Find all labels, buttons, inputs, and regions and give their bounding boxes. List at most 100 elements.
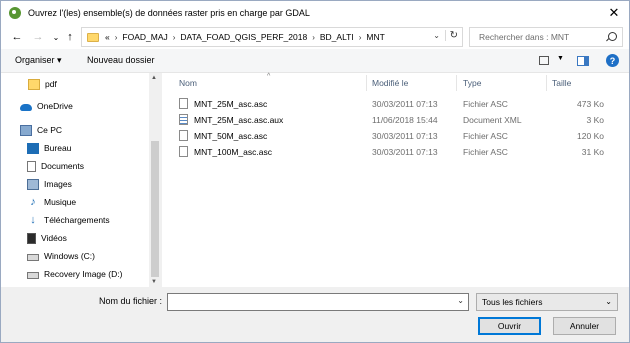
address-bar[interactable]: « › FOAD_MAJ › DATA_FOAD_QGIS_PERF_2018 … [81,27,463,47]
sidebar-item-windows-c[interactable]: Windows (C:) [27,247,95,265]
desktop-icon [27,142,39,154]
new-folder-button[interactable]: Nouveau dossier [87,55,155,65]
breadcrumb-bd-alti[interactable]: BD_ALTI [320,32,354,42]
file-type-select[interactable]: Tous les fichiers ⌄ [476,293,618,311]
preview-pane-icon[interactable] [577,56,589,66]
file-icon [179,130,188,141]
change-view-icon[interactable] [539,56,549,65]
sidebar-item-label: pdf [45,79,57,89]
sidebar-item-label: Windows (C:) [44,251,96,261]
navigation-scrollbar[interactable]: ▲ ▼ [149,73,161,287]
open-button[interactable]: Ouvrir [478,317,541,335]
images-icon [27,178,39,190]
filename-label: Nom du fichier : [99,296,163,306]
organize-button[interactable]: Organiser ▾ [15,55,62,66]
documents-icon [27,160,36,172]
column-header-modified[interactable]: Modifié le [372,73,408,93]
navigation-pane: pdf OneDrive Ce PC Bureau Documents Imag… [1,73,161,287]
downloads-icon: ↓ [30,213,36,226]
chevron-down-icon: ⌄ [605,297,612,306]
sidebar-item-label: Vidéos [41,233,67,243]
forward-arrow-icon[interactable]: → [31,30,45,44]
scrollbar-thumb[interactable] [151,141,159,277]
file-date: 30/03/2011 07:13 [372,99,438,109]
breadcrumb-separator-icon: › [172,32,176,42]
music-icon: ♪ [30,195,36,208]
sidebar-item-label: Bureau [44,143,72,153]
filename-input[interactable]: ⌄ [167,293,469,311]
file-type-value: Tous les fichiers [482,297,543,307]
refresh-icon[interactable]: ↻ [444,30,458,41]
file-list: ^ Nom Modifié le Type Taille MNT_25M_asc… [162,73,629,287]
sidebar-item-desktop[interactable]: Bureau [27,139,71,157]
sidebar-item-images[interactable]: Images [27,175,72,193]
sidebar-item-label: Ce PC [37,125,63,135]
drive-icon [27,271,39,279]
table-row[interactable]: MNT_25M_asc.asc 30/03/2011 07:13 Fichier… [179,96,619,112]
sidebar-item-label: Documents [41,161,84,171]
sidebar-item-label: Musique [44,197,77,207]
address-dropdown-icon[interactable]: ⌄ [433,31,440,40]
filename-dropdown-icon[interactable]: ⌄ [457,296,464,305]
cloud-icon [20,103,32,111]
column-header-size[interactable]: Taille [552,73,571,93]
file-name: MNT_25M_asc.asc [194,99,268,109]
drive-icon [27,253,39,261]
dialog-title: Ouvrez l'(les) ensemble(s) de données ra… [28,8,310,18]
table-row[interactable]: MNT_25M_asc.asc.aux 11/06/2018 15:44 Doc… [179,112,619,128]
table-row[interactable]: MNT_50M_asc.asc 30/03/2011 07:13 Fichier… [179,128,619,144]
breadcrumb-separator-icon: › [312,32,315,42]
sort-ascending-icon: ^ [267,73,271,80]
videos-icon [27,232,36,244]
navigation-bar: ← → ⌄ ↑ « › FOAD_MAJ › DATA_FOAD_QGIS_PE… [1,25,629,49]
sidebar-item-onedrive[interactable]: OneDrive [20,97,73,115]
cancel-button[interactable]: Annuler [553,317,616,335]
file-size: 473 Ko [577,99,604,109]
breadcrumb-data-foad[interactable]: DATA_FOAD_QGIS_PERF_2018 [180,32,307,42]
file-name: MNT_50M_asc.asc [194,131,268,141]
file-date: 30/03/2011 07:13 [372,131,438,141]
title-bar: Ouvrez l'(les) ensemble(s) de données ra… [1,1,629,25]
close-button[interactable]: ✕ [599,1,629,25]
sidebar-item-documents[interactable]: Documents [27,157,84,175]
file-size: 31 Ko [581,147,604,157]
column-divider[interactable] [546,75,547,91]
breadcrumb-foad-maj[interactable]: FOAD_MAJ [122,32,167,42]
view-options-dropdown-icon[interactable]: ▼ [557,55,564,62]
file-type: Fichier ASC [463,99,508,109]
sidebar-item-music[interactable]: ♪ Musique [27,193,76,211]
file-date: 30/03/2011 07:13 [372,147,438,157]
sidebar-item-recovery-d[interactable]: Recovery Image (D:) [27,265,122,283]
search-box[interactable]: Rechercher dans : MNT [469,27,623,47]
breadcrumb-separator-icon: › [114,32,118,42]
scroll-down-icon[interactable]: ▼ [151,279,157,285]
sidebar-item-downloads[interactable]: ↓ Téléchargements [27,211,109,229]
recent-locations-chevron-icon[interactable]: ⌄ [49,30,63,44]
qgis-app-icon [9,7,21,19]
column-divider[interactable] [366,75,367,91]
column-divider[interactable] [456,75,457,91]
file-open-dialog: Ouvrez l'(les) ensemble(s) de données ra… [0,0,630,343]
breadcrumb-mnt[interactable]: MNT [366,32,384,42]
up-folder-arrow-icon[interactable]: ↑ [63,30,77,44]
breadcrumb-separator-icon: › [358,32,362,42]
sidebar-item-label: Recovery Image (D:) [44,269,123,279]
folder-icon [28,78,40,90]
column-header-name[interactable]: Nom [179,73,197,93]
file-icon [179,146,188,157]
scroll-up-icon[interactable]: ▲ [151,75,157,81]
back-arrow-icon[interactable]: ← [10,30,24,44]
sidebar-item-videos[interactable]: Vidéos [27,229,67,247]
column-header-type[interactable]: Type [463,73,481,93]
help-icon[interactable]: ? [606,54,619,67]
sidebar-item-pdf[interactable]: pdf [28,75,57,93]
command-toolbar: Organiser ▾ Nouveau dossier ▼ ? [1,49,629,73]
file-icon [179,98,188,109]
file-type: Fichier ASC [463,147,508,157]
file-type: Document XML [463,115,522,125]
sidebar-item-label: Images [44,179,72,189]
sidebar-item-label: OneDrive [37,101,73,111]
sidebar-item-this-pc[interactable]: Ce PC [20,121,62,139]
table-row[interactable]: MNT_100M_asc.asc 30/03/2011 07:13 Fichie… [179,144,619,160]
breadcrumb-overflow[interactable]: « [105,32,110,42]
